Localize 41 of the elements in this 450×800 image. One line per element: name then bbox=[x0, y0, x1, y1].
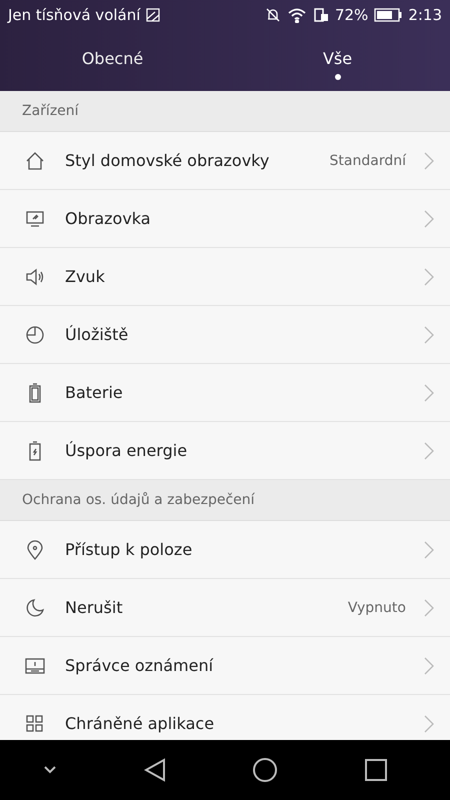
tab[interactable]: Vše bbox=[225, 30, 450, 91]
clock-time: 2:13 bbox=[408, 6, 442, 24]
chevron-icon bbox=[424, 714, 434, 732]
pie-chart-icon bbox=[24, 324, 46, 346]
item-label: Úložiště bbox=[65, 325, 130, 344]
item-value: Vypnuto bbox=[348, 600, 406, 616]
section-title: Ochrana os. údajů a zabezpečení bbox=[22, 492, 255, 508]
collapse-icon[interactable] bbox=[43, 765, 58, 775]
moon-icon bbox=[24, 596, 46, 618]
chevron-icon bbox=[424, 268, 434, 286]
item-label: Zvuk bbox=[65, 267, 106, 286]
chevron-icon bbox=[424, 152, 434, 170]
recents-icon[interactable] bbox=[364, 759, 387, 781]
sim-icon bbox=[312, 7, 329, 23]
chevron-icon bbox=[424, 326, 434, 344]
item-label: Úspora energie bbox=[65, 441, 188, 460]
item-label: Baterie bbox=[65, 383, 124, 402]
chevron-icon bbox=[424, 210, 434, 228]
chevron-icon bbox=[424, 442, 434, 460]
mute-icon bbox=[264, 7, 281, 23]
section-title: Zařízení bbox=[22, 103, 79, 119]
wifi-icon bbox=[286, 7, 307, 23]
item-label: Správce oznámení bbox=[65, 656, 214, 675]
back-icon[interactable] bbox=[144, 758, 166, 782]
item-label: Přístup k poloze bbox=[65, 540, 194, 559]
chevron-icon bbox=[424, 540, 434, 558]
chevron-icon bbox=[424, 656, 434, 674]
image-icon bbox=[146, 8, 160, 22]
home-icon bbox=[24, 150, 46, 172]
chevron-icon bbox=[424, 384, 434, 402]
home-icon[interactable] bbox=[252, 757, 278, 783]
item-value: Standardní bbox=[330, 152, 406, 168]
item-label: Nerušit bbox=[65, 598, 124, 617]
item-label: Obrazovka bbox=[65, 209, 152, 228]
item-label: Styl domovské obrazovky bbox=[65, 151, 270, 170]
battery-percent: 72% bbox=[334, 6, 368, 24]
carrier-text: Jen tísňová volání bbox=[8, 6, 140, 24]
item-label: Chráněné aplikace bbox=[65, 714, 216, 733]
tab[interactable]: Obecné bbox=[0, 30, 225, 91]
chevron-icon bbox=[424, 598, 434, 616]
battery-icon bbox=[374, 8, 402, 22]
